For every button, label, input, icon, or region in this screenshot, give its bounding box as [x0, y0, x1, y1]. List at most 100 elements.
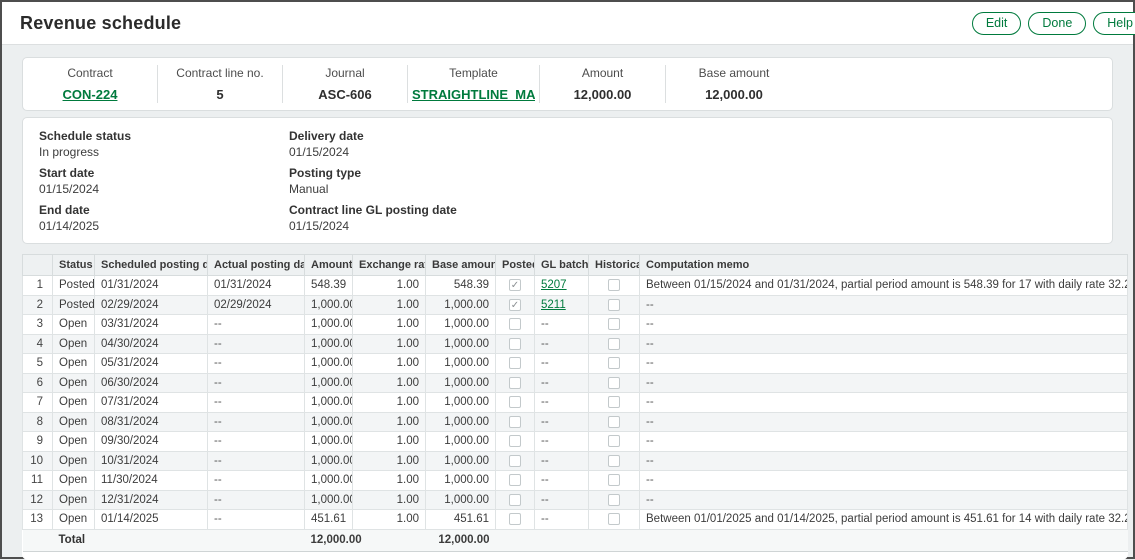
historical-checkbox[interactable] — [608, 435, 620, 447]
cell-memo: -- — [640, 471, 1128, 491]
col-posted: Posted — [496, 255, 535, 276]
cell-gl_batch: -- — [535, 354, 589, 374]
historical-checkbox[interactable] — [608, 377, 620, 389]
cell-rate: 1.00 — [353, 276, 426, 296]
cell-actual: -- — [208, 471, 305, 491]
details-right-column: Delivery date 01/15/2024 Posting type Ma… — [289, 130, 1096, 241]
total-label: Total — [53, 529, 95, 551]
cell-rate: 1.00 — [353, 451, 426, 471]
contract-line-gl-posting-date-value: 01/15/2024 — [289, 220, 1096, 233]
posted-checkbox[interactable] — [509, 416, 521, 428]
cell-status: Open — [53, 490, 95, 510]
historical-checkbox[interactable] — [608, 318, 620, 330]
historical-checkbox[interactable] — [608, 455, 620, 467]
cell-status: Open — [53, 354, 95, 374]
edit-button[interactable]: Edit — [972, 12, 1022, 35]
cell-scheduled: 08/31/2024 — [95, 412, 208, 432]
cell-base: 1,000.00 — [426, 451, 496, 471]
summary-field-template: Template STRAIGHTLINE_MANUA — [408, 65, 540, 103]
cell-historical — [589, 373, 640, 393]
contract-link[interactable]: CON-224 — [63, 87, 118, 102]
cell-num: 7 — [23, 393, 53, 413]
cell-amount: 1,000.00 — [305, 315, 353, 335]
help-button[interactable]: Help — [1093, 12, 1135, 35]
cell-amount: 1,000.00 — [305, 354, 353, 374]
total-base-amount: 12,000.00 — [426, 529, 496, 551]
field-start-date: Start date 01/15/2024 — [39, 167, 289, 196]
cell-num: 1 — [23, 276, 53, 296]
cell-actual: -- — [208, 451, 305, 471]
cell-status: Open — [53, 510, 95, 530]
posted-checkbox[interactable] — [509, 513, 521, 525]
posted-checkbox[interactable] — [509, 494, 521, 506]
historical-checkbox[interactable] — [608, 416, 620, 428]
cell-scheduled: 01/31/2024 — [95, 276, 208, 296]
historical-checkbox[interactable] — [608, 513, 620, 525]
base-amount-value: 12,000.00 — [670, 87, 798, 102]
posted-checkbox[interactable] — [509, 377, 521, 389]
cell-posted — [496, 393, 535, 413]
cell-base: 451.61 — [426, 510, 496, 530]
cell-gl_batch: -- — [535, 490, 589, 510]
table-row: 4Open04/30/2024--1,000.001.001,000.00---… — [23, 334, 1128, 354]
cell-gl_batch: 5207 — [535, 276, 589, 296]
done-button[interactable]: Done — [1028, 12, 1086, 35]
cell-memo: -- — [640, 373, 1128, 393]
cell-actual: -- — [208, 490, 305, 510]
cell-base: 1,000.00 — [426, 393, 496, 413]
cell-posted — [496, 412, 535, 432]
cell-scheduled: 01/14/2025 — [95, 510, 208, 530]
cell-amount: 451.61 — [305, 510, 353, 530]
cell-actual: -- — [208, 412, 305, 432]
cell-historical — [589, 412, 640, 432]
historical-checkbox[interactable] — [608, 396, 620, 408]
cell-status: Open — [53, 471, 95, 491]
posted-checkbox[interactable] — [509, 435, 521, 447]
gl-batch-link[interactable]: 5207 — [541, 279, 567, 291]
cell-memo: -- — [640, 432, 1128, 452]
posting-type-value: Manual — [289, 183, 1096, 196]
posted-checkbox[interactable] — [509, 357, 521, 369]
template-link[interactable]: STRAIGHTLINE_MANUA — [412, 87, 535, 102]
table-row: 11Open11/30/2024--1,000.001.001,000.00--… — [23, 471, 1128, 491]
historical-checkbox[interactable] — [608, 474, 620, 486]
posted-checkbox[interactable]: ✓ — [509, 299, 521, 311]
cell-num: 13 — [23, 510, 53, 530]
posted-checkbox[interactable]: ✓ — [509, 279, 521, 291]
schedule-table-panel: Status Scheduled posting date Actual pos… — [22, 254, 1128, 560]
start-date-value: 01/15/2024 — [39, 183, 289, 196]
posted-checkbox[interactable] — [509, 396, 521, 408]
cell-rate: 1.00 — [353, 373, 426, 393]
historical-checkbox[interactable] — [608, 299, 620, 311]
posted-checkbox[interactable] — [509, 318, 521, 330]
cell-scheduled: 05/31/2024 — [95, 354, 208, 374]
cell-num: 11 — [23, 471, 53, 491]
delivery-date-value: 01/15/2024 — [289, 146, 1096, 159]
historical-checkbox[interactable] — [608, 338, 620, 350]
cell-rate: 1.00 — [353, 412, 426, 432]
historical-checkbox[interactable] — [608, 494, 620, 506]
summary-field-base-amount: Base amount 12,000.00 — [666, 65, 802, 103]
cell-status: Open — [53, 334, 95, 354]
content-area: Contract CON-224 Contract line no. 5 Jou… — [2, 45, 1133, 560]
cell-memo: -- — [640, 451, 1128, 471]
cell-memo: -- — [640, 393, 1128, 413]
historical-checkbox[interactable] — [608, 279, 620, 291]
field-schedule-status: Schedule status In progress — [39, 130, 289, 159]
table-row: 9Open09/30/2024--1,000.001.001,000.00---… — [23, 432, 1128, 452]
cell-historical — [589, 276, 640, 296]
cell-gl_batch: -- — [535, 471, 589, 491]
gl-batch-link[interactable]: 5211 — [541, 299, 566, 311]
cell-amount: 548.39 — [305, 276, 353, 296]
historical-checkbox[interactable] — [608, 357, 620, 369]
cell-posted — [496, 471, 535, 491]
posted-checkbox[interactable] — [509, 338, 521, 350]
cell-amount: 1,000.00 — [305, 432, 353, 452]
cell-memo: -- — [640, 354, 1128, 374]
posted-checkbox[interactable] — [509, 455, 521, 467]
table-row: 7Open07/31/2024--1,000.001.001,000.00---… — [23, 393, 1128, 413]
posted-checkbox[interactable] — [509, 474, 521, 486]
col-computation-memo: Computation memo — [640, 255, 1128, 276]
cell-memo: Between 01/01/2025 and 01/14/2025, parti… — [640, 510, 1128, 530]
summary-field-contract-line: Contract line no. 5 — [158, 65, 283, 103]
